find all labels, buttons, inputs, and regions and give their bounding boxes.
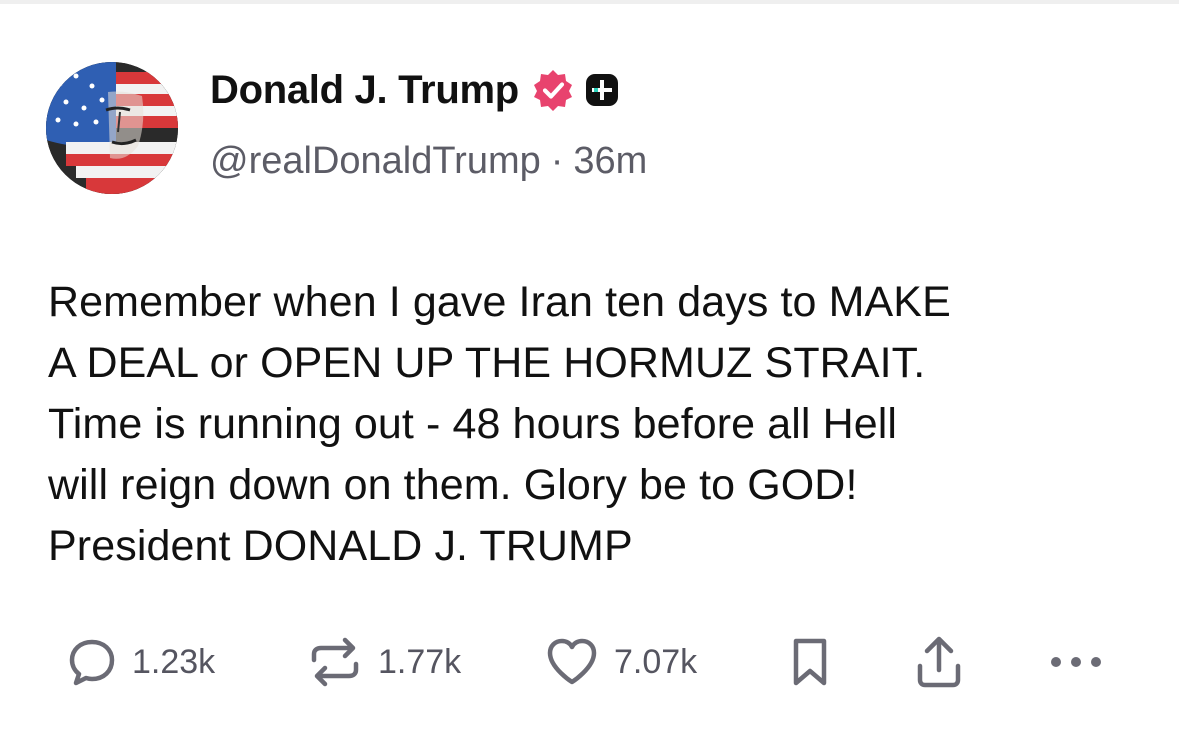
post-line: A DEAL or OPEN UP THE HORMUZ STRAIT. — [48, 339, 926, 387]
avatar-flag-portrait — [46, 62, 178, 194]
action-bar: 1.23k 1.77k 7.07k — [60, 632, 1120, 692]
repost-icon — [306, 636, 364, 688]
reply-icon — [66, 636, 118, 688]
heart-icon — [544, 636, 600, 688]
more-button[interactable] — [1048, 632, 1104, 692]
display-name[interactable]: Donald J. Trump — [210, 68, 519, 113]
repost-button[interactable]: 1.77k — [306, 632, 461, 692]
reply-button[interactable]: 1.23k — [66, 632, 215, 692]
avatar[interactable] — [46, 62, 178, 194]
timestamp[interactable]: 36m — [573, 140, 647, 183]
post-line: President DONALD J. TRUMP — [48, 522, 633, 570]
share-icon — [914, 634, 964, 690]
like-button[interactable]: 7.07k — [544, 632, 697, 692]
verified-badge-icon — [531, 68, 575, 112]
post-line: Remember when I gave Iran ten days to MA… — [48, 278, 951, 326]
post-line: will reign down on them. Glory be to GOD… — [48, 461, 858, 509]
share-button[interactable] — [914, 632, 964, 692]
reply-count: 1.23k — [132, 642, 216, 681]
post-card: Donald J. Trump @realDonaldTrump · 36m R… — [0, 0, 1179, 755]
handle[interactable]: @realDonaldTrump — [210, 140, 541, 183]
plus-badge-icon — [585, 73, 619, 107]
meta-row: @realDonaldTrump · 36m — [210, 140, 1139, 183]
post-header: Donald J. Trump @realDonaldTrump · 36m — [210, 66, 1139, 183]
bookmark-button[interactable] — [790, 632, 830, 692]
like-count: 7.07k — [614, 642, 698, 681]
post-body: Remember when I gave Iran ten days to MA… — [48, 272, 1138, 577]
name-row: Donald J. Trump — [210, 66, 1139, 114]
repost-count: 1.77k — [378, 642, 462, 681]
meta-separator: · — [550, 140, 564, 182]
more-icon — [1048, 652, 1104, 672]
post-line: Time is running out - 48 hours before al… — [48, 400, 898, 448]
bookmark-icon — [790, 635, 830, 689]
